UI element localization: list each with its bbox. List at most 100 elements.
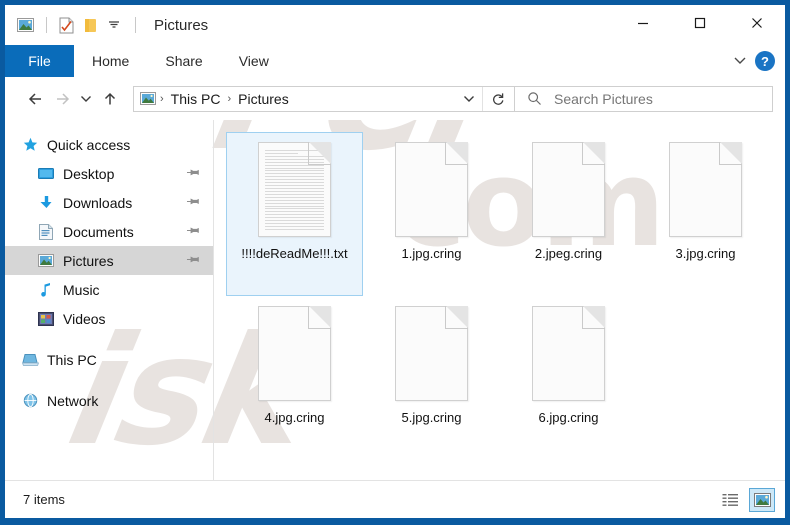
details-view-button[interactable] <box>717 488 743 512</box>
file-item[interactable]: 2.jpeg.cring <box>500 132 637 296</box>
new-folder-icon[interactable] <box>79 14 101 36</box>
sidebar-item-network[interactable]: Network <box>5 386 213 415</box>
pin-icon[interactable] <box>183 251 202 270</box>
download-icon <box>37 194 55 212</box>
breadcrumb-item-pictures[interactable]: Pictures <box>233 91 294 107</box>
breadcrumb-item-this-pc[interactable]: This PC <box>166 91 226 107</box>
tab-home[interactable]: Home <box>74 45 147 77</box>
quick-access-toolbar <box>5 14 144 36</box>
sidebar-label: Music <box>63 281 100 298</box>
item-count: 7 items <box>23 492 65 507</box>
sidebar-label: Network <box>47 392 99 409</box>
maximize-button[interactable] <box>671 5 728 41</box>
forward-button[interactable] <box>49 86 75 112</box>
sidebar-gap-1 <box>5 333 213 345</box>
page-fold-edge <box>719 142 742 165</box>
blank-document-icon <box>532 306 605 401</box>
pin-icon[interactable] <box>183 193 202 212</box>
status-bar: 7 items <box>5 480 785 518</box>
sidebar-gap-2 <box>5 374 213 386</box>
breadcrumb[interactable]: › This PC › Pictures <box>133 85 515 112</box>
toolbar-separator-1 <box>46 17 47 33</box>
window-title: Pictures <box>154 16 209 34</box>
pictures-folder-icon[interactable] <box>14 14 36 36</box>
sidebar-item-desktop[interactable]: Desktop <box>5 159 213 188</box>
file-list-pane[interactable]: !!!!deReadMe!!!.txt 1.jpg.cring 2.jpeg.c… <box>214 120 785 480</box>
search-placeholder: Search Pictures <box>554 90 653 107</box>
documents-icon <box>37 223 55 241</box>
toolbar-separator-2 <box>135 17 136 33</box>
music-icon <box>37 281 55 299</box>
page-fold-edge <box>308 142 331 165</box>
customize-chevron-icon[interactable] <box>103 14 125 36</box>
sidebar-label: Videos <box>63 310 106 327</box>
network-icon <box>21 392 39 410</box>
properties-icon[interactable] <box>55 14 77 36</box>
file-name: 1.jpg.cring <box>401 246 462 261</box>
file-item[interactable]: 5.jpg.cring <box>363 296 500 460</box>
tab-share[interactable]: Share <box>147 45 220 77</box>
navigation-pane: Quick access Desktop Downloads Documents… <box>5 120 214 480</box>
thispc-icon <box>21 351 39 369</box>
close-button[interactable] <box>728 5 785 41</box>
expand-ribbon-chevron-icon[interactable] <box>733 52 747 70</box>
window-controls <box>614 5 785 45</box>
address-dropdown-chevron-icon[interactable] <box>456 87 482 111</box>
back-button[interactable] <box>23 86 49 112</box>
sidebar-item-this-pc[interactable]: This PC <box>5 345 213 374</box>
sidebar-label: Documents <box>63 223 134 240</box>
sidebar-label: Desktop <box>63 165 115 182</box>
file-grid: !!!!deReadMe!!!.txt 1.jpg.cring 2.jpeg.c… <box>226 132 785 460</box>
sidebar-item-pictures[interactable]: Pictures <box>5 246 213 275</box>
minimize-button[interactable] <box>614 5 671 41</box>
ribbon-right-controls: ? <box>733 45 785 77</box>
tab-file[interactable]: File <box>5 45 74 77</box>
file-item[interactable]: 3.jpg.cring <box>637 132 774 296</box>
videos-icon <box>37 310 55 328</box>
file-explorer-window: PCr isk com <box>0 0 790 525</box>
page-fold-edge <box>445 142 468 165</box>
sidebar-item-documents[interactable]: Documents <box>5 217 213 246</box>
tab-view[interactable]: View <box>221 45 287 77</box>
page-fold-edge <box>445 306 468 329</box>
file-name: 5.jpg.cring <box>401 410 462 425</box>
sidebar-item-videos[interactable]: Videos <box>5 304 213 333</box>
sidebar-item-downloads[interactable]: Downloads <box>5 188 213 217</box>
breadcrumb-pictures-icon <box>140 92 156 105</box>
file-name: 6.jpg.cring <box>538 410 599 425</box>
pin-icon[interactable] <box>183 222 202 241</box>
file-item[interactable]: !!!!deReadMe!!!.txt <box>226 132 363 296</box>
file-name: !!!!deReadMe!!!.txt <box>241 246 348 261</box>
breadcrumb-right-controls <box>456 86 512 111</box>
breadcrumb-separator-1: › <box>160 92 164 105</box>
file-name: 2.jpeg.cring <box>534 246 603 261</box>
refresh-button[interactable] <box>482 86 512 111</box>
blank-document-icon <box>669 142 742 237</box>
address-bar-row: › This PC › Pictures Search Pictures <box>5 77 785 120</box>
desktop-icon <box>37 165 55 183</box>
sidebar-item-music[interactable]: Music <box>5 275 213 304</box>
file-item[interactable]: 4.jpg.cring <box>226 296 363 460</box>
sidebar-label: This PC <box>47 351 97 368</box>
blank-document-icon <box>258 306 331 401</box>
explorer-body: Quick access Desktop Downloads Documents… <box>5 120 785 480</box>
text-document-icon <box>258 142 331 237</box>
blank-document-icon <box>532 142 605 237</box>
page-fold-edge <box>582 306 605 329</box>
star-icon <box>21 136 39 154</box>
ribbon-tab-bar: File Home Share View ? <box>5 45 785 77</box>
breadcrumb-separator-2: › <box>227 92 232 105</box>
pin-icon[interactable] <box>183 164 202 183</box>
page-fold-edge <box>308 306 331 329</box>
large-icons-view-button[interactable] <box>749 487 775 512</box>
sidebar-label: Downloads <box>63 194 133 211</box>
pictures-icon <box>37 252 55 270</box>
recent-locations-chevron-icon[interactable] <box>75 86 97 112</box>
file-item[interactable]: 6.jpg.cring <box>500 296 637 460</box>
search-input[interactable]: Search Pictures <box>515 85 773 112</box>
file-name: 3.jpg.cring <box>675 246 736 261</box>
up-button[interactable] <box>97 86 123 112</box>
help-icon[interactable]: ? <box>755 51 775 71</box>
sidebar-item-quick-access[interactable]: Quick access <box>5 130 213 159</box>
file-item[interactable]: 1.jpg.cring <box>363 132 500 296</box>
